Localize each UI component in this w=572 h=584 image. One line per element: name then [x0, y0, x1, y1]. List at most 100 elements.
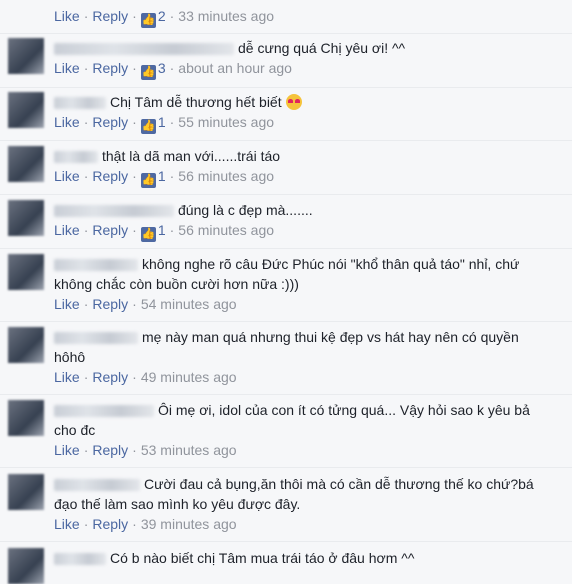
comment-text: không chắc còn buồn cười hơn nữa :))): [54, 276, 299, 292]
separator: ·: [132, 114, 137, 130]
divider: [0, 87, 572, 88]
timestamp[interactable]: about an hour ago: [178, 60, 292, 76]
reply-link[interactable]: Reply: [92, 114, 128, 130]
avatar[interactable]: [8, 327, 44, 363]
avatar[interactable]: [8, 200, 44, 236]
like-link[interactable]: Like: [54, 516, 80, 532]
divider: [0, 248, 572, 249]
avatar[interactable]: [8, 474, 44, 510]
separator: ·: [83, 369, 89, 385]
separator: ·: [169, 114, 175, 130]
separator: ·: [132, 60, 137, 76]
timestamp[interactable]: 33 minutes ago: [178, 8, 274, 24]
separator: ·: [132, 222, 137, 238]
commenter-name[interactable]: [54, 205, 174, 218]
comment-text: đúng là c đẹp mà.......: [178, 202, 313, 218]
separator: ·: [83, 516, 89, 532]
separator: ·: [132, 168, 137, 184]
commenter-name[interactable]: [54, 97, 106, 110]
thumbs-up-icon[interactable]: 👍: [140, 173, 156, 188]
timestamp[interactable]: 54 minutes ago: [141, 296, 237, 312]
reply-link[interactable]: Reply: [92, 516, 128, 532]
reply-link[interactable]: Reply: [92, 8, 128, 24]
like-link[interactable]: Like: [54, 8, 80, 24]
like-link[interactable]: Like: [54, 222, 80, 238]
like-count[interactable]: 1: [158, 114, 166, 130]
commenter-name[interactable]: [54, 332, 138, 345]
commenter-name[interactable]: [54, 151, 98, 164]
comment-text: thật là dã man với......trái táo: [102, 148, 281, 164]
separator: ·: [83, 114, 89, 130]
reply-link[interactable]: Reply: [92, 369, 128, 385]
separator: ·: [83, 8, 89, 24]
timestamp[interactable]: 56 minutes ago: [178, 168, 274, 184]
separator: ·: [83, 222, 89, 238]
thumbs-up-icon[interactable]: 👍: [140, 119, 156, 134]
separator: ·: [169, 60, 175, 76]
divider: [0, 33, 572, 34]
comment-text: cho đc: [54, 422, 96, 438]
avatar[interactable]: [8, 400, 44, 436]
like-link[interactable]: Like: [54, 442, 80, 458]
divider: [0, 394, 572, 395]
separator: ·: [83, 168, 89, 184]
like-count[interactable]: 1: [158, 168, 166, 184]
reply-link[interactable]: Reply: [92, 168, 128, 184]
like-link[interactable]: Like: [54, 60, 80, 76]
commenter-name[interactable]: [54, 259, 138, 272]
thumbs-up-icon[interactable]: 👍: [140, 227, 156, 242]
commenter-name[interactable]: [54, 43, 234, 56]
thumbs-up-icon[interactable]: 👍: [140, 13, 156, 28]
like-count[interactable]: 3: [158, 60, 166, 76]
comment-text: Cười đau cả bụng,ăn thôi mà có cần dễ th…: [144, 476, 534, 492]
timestamp[interactable]: 49 minutes ago: [141, 369, 237, 385]
reply-link[interactable]: Reply: [92, 60, 128, 76]
heart-eyes-emoji-icon: [285, 94, 302, 110]
comment-text: dễ cưng quá Chị yêu ơi! ^^: [238, 40, 406, 56]
reply-link[interactable]: Reply: [92, 296, 128, 312]
divider: [0, 140, 572, 141]
separator: ·: [132, 442, 137, 458]
timestamp[interactable]: 56 minutes ago: [178, 222, 274, 238]
avatar[interactable]: [8, 254, 44, 290]
comment-text: Có b nào biết chị Tâm mua trái táo ở đâu…: [110, 550, 415, 566]
avatar[interactable]: [8, 548, 44, 584]
like-link[interactable]: Like: [54, 296, 80, 312]
reply-link[interactable]: Reply: [92, 442, 128, 458]
like-count[interactable]: 1: [158, 222, 166, 238]
timestamp[interactable]: 39 minutes ago: [141, 516, 237, 532]
separator: ·: [83, 442, 89, 458]
avatar[interactable]: [8, 38, 44, 74]
comment-text: không nghe rõ câu Đức Phúc nói "khổ thân…: [142, 256, 520, 272]
comment-text: Ôi mẹ ơi, idol của con ít có tửng quá...…: [158, 402, 530, 418]
divider: [0, 194, 572, 195]
separator: ·: [169, 8, 175, 24]
commenter-name[interactable]: [54, 553, 106, 566]
separator: ·: [169, 222, 175, 238]
like-link[interactable]: Like: [54, 114, 80, 130]
separator: ·: [132, 516, 137, 532]
reply-link[interactable]: Reply: [92, 222, 128, 238]
divider: [0, 321, 572, 322]
separator: ·: [132, 8, 137, 24]
separator: ·: [169, 168, 175, 184]
timestamp[interactable]: 53 minutes ago: [141, 442, 237, 458]
comment-text: hôhô: [54, 349, 86, 365]
separator: ·: [132, 296, 137, 312]
commenter-name[interactable]: [54, 405, 154, 418]
comment-text: Chị Tâm dễ thương hết biết: [110, 94, 282, 110]
commenter-name[interactable]: [54, 479, 140, 492]
like-count[interactable]: 2: [158, 8, 166, 24]
separator: ·: [83, 296, 89, 312]
divider: [0, 541, 572, 542]
separator: ·: [132, 369, 137, 385]
comment-text: đạo thế làm sao mình ko yêu được đây.: [54, 496, 301, 512]
separator: ·: [83, 60, 89, 76]
like-link[interactable]: Like: [54, 168, 80, 184]
thumbs-up-icon[interactable]: 👍: [140, 65, 156, 80]
timestamp[interactable]: 55 minutes ago: [178, 114, 274, 130]
like-link[interactable]: Like: [54, 369, 80, 385]
avatar[interactable]: [8, 146, 44, 182]
avatar[interactable]: [8, 92, 44, 128]
divider: [0, 467, 572, 468]
